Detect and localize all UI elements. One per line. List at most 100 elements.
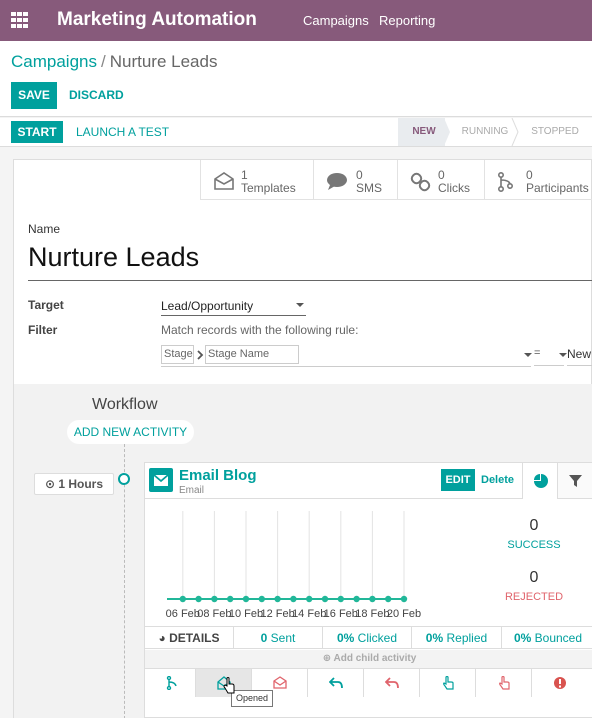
rule-value: New — [567, 347, 592, 361]
rule-operator: = — [534, 347, 541, 359]
edit-activity-button[interactable]: EDIT — [441, 469, 475, 491]
app-title[interactable]: Marketing Automation — [57, 9, 257, 31]
workflow-section: Workflow ADD NEW ACTIVITY ⊙ 1 Hours Emai… — [14, 384, 592, 718]
trigger-new-branch[interactable] — [145, 669, 201, 697]
caret-down-icon — [296, 303, 304, 307]
chart-series — [167, 595, 408, 603]
data-point — [258, 595, 265, 603]
activity-title[interactable]: Email Blog — [179, 467, 257, 484]
details-label: DETAILS — [169, 631, 220, 645]
add-new-activity-button[interactable]: ADD NEW ACTIVITY — [67, 420, 194, 444]
name-underline — [28, 280, 592, 281]
target-label: Target — [28, 298, 64, 312]
menu-reporting[interactable]: Reporting — [379, 13, 435, 28]
rule-field-stage[interactable]: Stage — [161, 345, 194, 364]
clicks-count: 0 — [438, 168, 445, 182]
chart-grid — [182, 511, 405, 599]
success-label: SUCCESS — [507, 539, 561, 551]
data-point — [195, 595, 202, 603]
sms-label: SMS — [356, 181, 383, 195]
workflow-title: Workflow — [92, 396, 158, 413]
clicks-stat-button[interactable]: 0 Clicks — [397, 160, 484, 200]
filter-label: Filter — [28, 323, 58, 337]
hand-cursor-icon — [223, 677, 235, 694]
reply-icon — [385, 677, 399, 689]
activity-chart: 06 Feb08 Feb10 Feb12 Feb14 Feb16 Feb18 F… — [166, 511, 421, 620]
graph-tab[interactable] — [522, 463, 558, 499]
pie-chart-icon — [534, 474, 548, 488]
comment-icon — [327, 173, 347, 190]
details-button[interactable]: ◕ DETAILS — [145, 627, 233, 649]
rule-value-select[interactable]: New — [567, 347, 592, 366]
x-tick-label: 10 Feb — [229, 608, 263, 620]
data-point — [242, 595, 250, 603]
trigger-bounced[interactable] — [531, 669, 592, 697]
breadcrumb-separator: / — [101, 52, 106, 71]
clicked-stat[interactable]: 0% Clicked — [322, 627, 411, 649]
apps-menu-icon[interactable] — [11, 12, 29, 28]
hand-pointer-icon — [499, 676, 510, 690]
clock-icon: ⊙ — [44, 477, 59, 491]
replied-value: 0% — [425, 631, 444, 645]
replied-stat[interactable]: 0% Replied — [411, 627, 501, 649]
data-point — [179, 595, 186, 603]
sent-label: Sent — [270, 631, 296, 645]
data-point — [274, 595, 281, 603]
breadcrumb-campaigns-link[interactable]: Campaigns — [11, 52, 97, 71]
data-point — [353, 595, 360, 603]
interval-badge: ⊙ 1 Hours — [34, 473, 114, 495]
stage-stopped[interactable]: STOPPED — [524, 118, 586, 146]
x-tick-label: 16 Feb — [324, 608, 358, 620]
data-point — [211, 595, 218, 603]
trigger-not-replied[interactable] — [363, 669, 419, 697]
rule-field-stage-name[interactable]: Stage Name — [205, 345, 299, 364]
x-tick-label: 06 Feb — [166, 608, 200, 620]
bounced-stat[interactable]: 0% Bounced — [501, 627, 592, 649]
caret-down-icon[interactable] — [559, 353, 567, 357]
plus-circle-icon: ⊕ — [322, 653, 334, 664]
trigger-clicked[interactable] — [419, 669, 475, 697]
filter-icon — [569, 475, 582, 487]
discard-button[interactable]: DISCARD — [69, 88, 124, 102]
child-trigger-row — [145, 668, 592, 697]
delete-activity-button[interactable]: Delete — [481, 474, 514, 486]
rejected-count: 0 — [529, 569, 539, 586]
x-tick-label: 18 Feb — [355, 608, 389, 620]
pie-chart-icon: ◕ — [158, 631, 170, 645]
sent-stat[interactable]: 0 Sent — [233, 627, 322, 649]
hand-pointer-icon — [443, 676, 454, 690]
target-select[interactable]: Lead/Opportunity — [161, 296, 306, 316]
stage-new[interactable]: NEW — [403, 118, 445, 146]
breadcrumb: Campaigns / Nurture Leads — [11, 52, 217, 72]
trigger-replied[interactable] — [307, 669, 363, 697]
control-panel: Campaigns / Nurture Leads SAVE DISCARD — [0, 41, 592, 117]
trigger-tooltip: Opened — [231, 690, 273, 707]
envelope-icon — [214, 172, 234, 190]
sms-stat-button[interactable]: 0 SMS — [313, 160, 397, 200]
launch-test-button[interactable]: LAUNCH A TEST — [76, 125, 169, 139]
save-button[interactable]: SAVE — [11, 82, 57, 109]
clicked-label: Clicked — [357, 631, 398, 645]
data-point — [321, 595, 329, 603]
chart-x-axis: 06 Feb08 Feb10 Feb12 Feb14 Feb16 Feb18 F… — [166, 608, 421, 620]
trigger-not-clicked[interactable] — [475, 669, 531, 697]
name-label: Name — [28, 222, 61, 236]
stage-running[interactable]: RUNNING — [456, 118, 514, 146]
add-child-activity-button[interactable]: ⊕ Add child activity — [145, 650, 592, 668]
campaign-name-input[interactable]: Nurture Leads — [28, 242, 199, 273]
clicked-value: 0% — [336, 631, 355, 645]
code-fork-icon — [498, 172, 514, 192]
templates-stat-button[interactable]: 1 Templates — [200, 160, 313, 200]
participants-stat-button[interactable]: 0 Participants — [484, 160, 592, 200]
bounced-value: 0% — [513, 631, 532, 645]
clicks-label: Clicks — [438, 181, 470, 195]
caret-down-icon[interactable] — [524, 353, 532, 357]
filter-tab[interactable] — [558, 463, 592, 499]
form-sheet: 1 Templates 0 SMS 0 Clicks 0 Participant… — [13, 159, 592, 718]
start-button[interactable]: START — [11, 121, 63, 143]
data-point — [369, 595, 376, 603]
data-point — [337, 595, 344, 603]
activity-card: Email Blog Email EDIT Delete 06 Feb 08 Fe… — [144, 462, 592, 718]
card-header-divider — [145, 498, 522, 499]
menu-campaigns[interactable]: Campaigns — [303, 13, 369, 28]
